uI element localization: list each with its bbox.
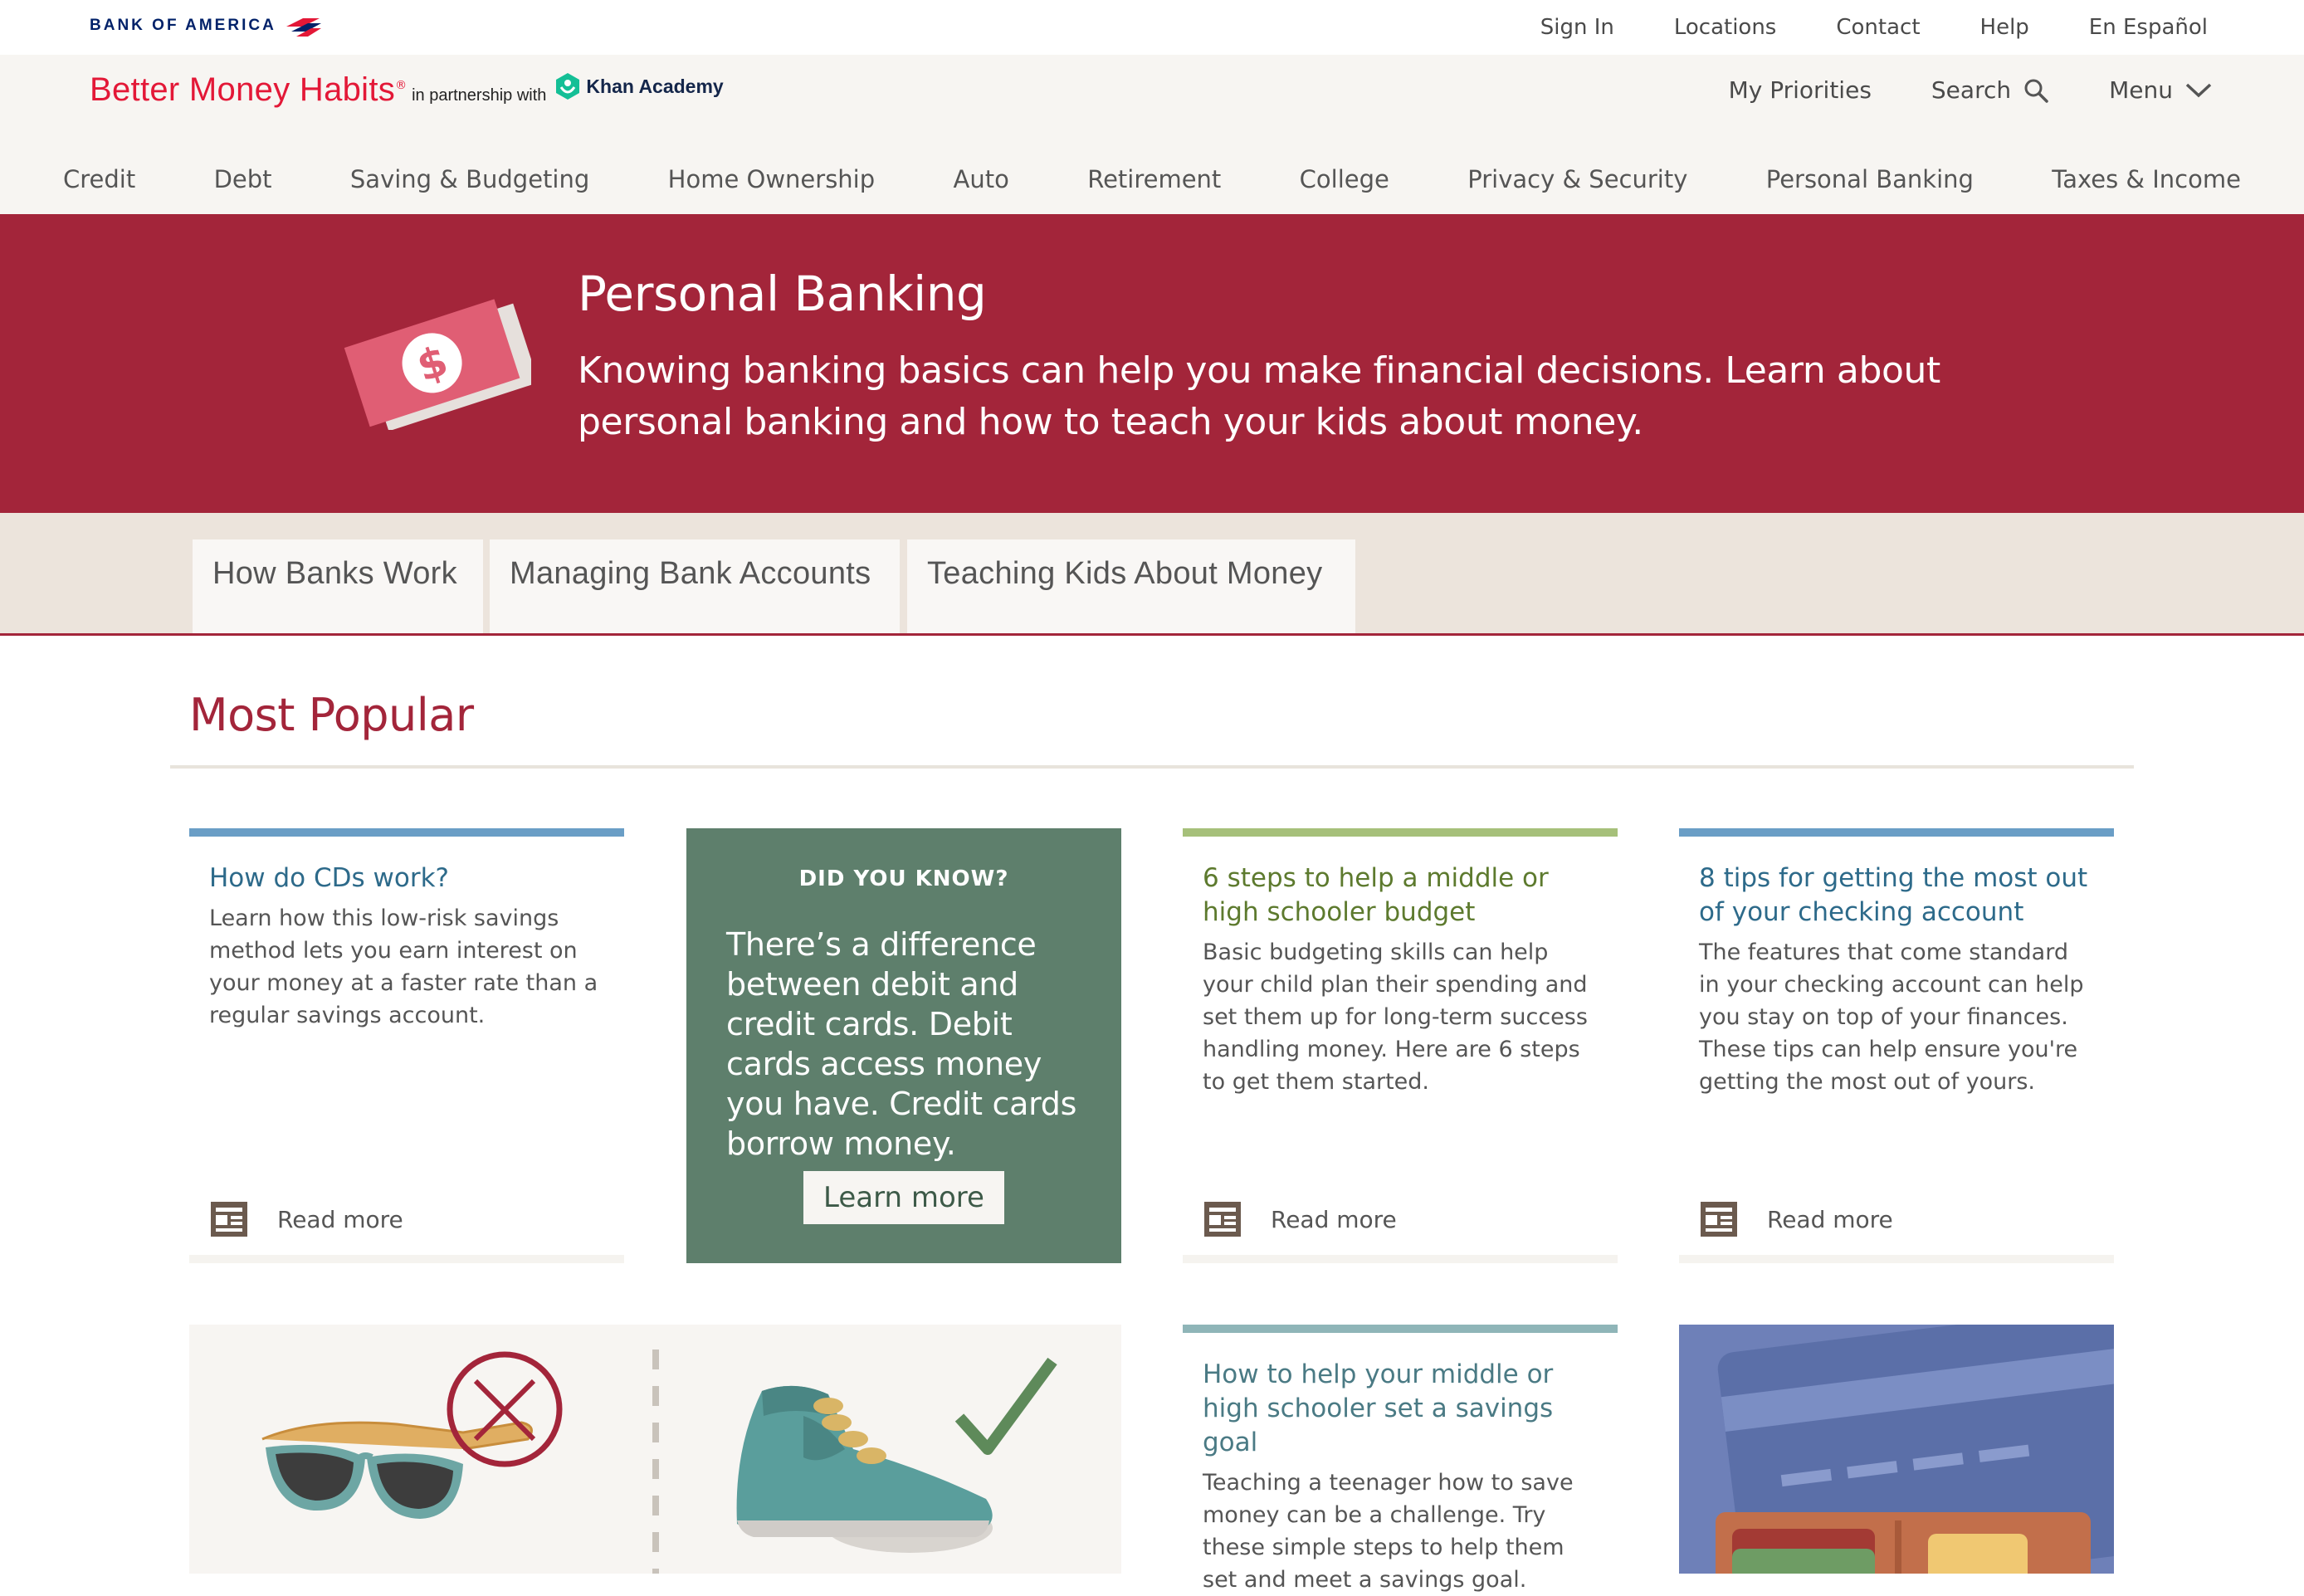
flag-logo-icon [286, 18, 321, 37]
nav-debt[interactable]: Debt [214, 156, 272, 203]
section-title: Most Popular [189, 689, 474, 741]
card-title[interactable]: 8 tips for getting the most out of your … [1679, 861, 2114, 930]
nav-privacy-security[interactable]: Privacy & Security [1467, 156, 1687, 203]
khan-academy-name: Khan Academy [586, 75, 724, 97]
nav-taxes-income[interactable]: Taxes & Income [2052, 156, 2241, 203]
money-bill-icon: $ [344, 299, 531, 430]
card-accent-bar [1183, 1325, 1618, 1333]
tab-teaching-kids-about-money[interactable]: Teaching Kids About Money [907, 539, 1355, 633]
help-link[interactable]: Help [1980, 13, 2029, 41]
menu-button[interactable]: Menu [2109, 76, 2213, 104]
sunglasses-icon [261, 1421, 533, 1519]
contact-link[interactable]: Contact [1836, 13, 1920, 41]
card-accent-bar [189, 828, 624, 837]
category-nav: Credit Debt Saving & Budgeting Home Owne… [0, 156, 2304, 203]
menu-label: Menu [2109, 76, 2173, 104]
card-title[interactable]: How do CDs work? [189, 861, 624, 896]
hero-banner: $ Personal Banking Knowing banking basic… [0, 214, 2304, 513]
nav-home-ownership[interactable]: Home Ownership [668, 156, 876, 203]
nav-saving-budgeting[interactable]: Saving & Budgeting [350, 156, 589, 203]
card-footer [1183, 1255, 1618, 1263]
read-more-link[interactable]: Read more [1203, 1200, 1397, 1238]
card-footer [1679, 1255, 2114, 1263]
brand-name: Better Money Habits [90, 71, 396, 108]
better-money-habits-logo[interactable]: Better Money Habits ® in partnership wit… [90, 71, 724, 109]
read-more-label: Read more [1271, 1205, 1397, 1233]
khan-academy-icon [556, 73, 580, 100]
bank-of-america-logo[interactable]: BANK OF AMERICA [90, 13, 323, 38]
wallet-credit-card-illustration[interactable] [1679, 1325, 2114, 1574]
read-more-label: Read more [1767, 1205, 1893, 1233]
article-icon [211, 1202, 247, 1237]
subtopic-tabs: How Banks Work Managing Bank Accounts Te… [0, 513, 2304, 636]
nav-auto[interactable]: Auto [954, 156, 1009, 203]
card-title[interactable]: How to help your middle or high schooler… [1183, 1358, 1618, 1460]
credit-card-wallet-graphic [1716, 1325, 2114, 1574]
card-description: The features that come standard in your … [1699, 940, 2084, 1095]
learn-more-button[interactable]: Learn more [803, 1171, 1004, 1224]
did-you-know-label: DID YOU KNOW? [798, 866, 1009, 891]
chevron-down-icon [2185, 83, 2212, 97]
article-card[interactable]: 6 steps to help a middle or high schoole… [1183, 828, 1618, 1263]
tab-managing-bank-accounts[interactable]: Managing Bank Accounts [490, 539, 900, 633]
read-more-link[interactable]: Read more [209, 1200, 403, 1238]
article-card[interactable]: 8 tips for getting the most out of your … [1679, 828, 2114, 1263]
x-mark-icon [447, 1351, 563, 1467]
nav-college[interactable]: College [1300, 156, 1389, 203]
card-description: Basic budgeting skills can help your chi… [1203, 940, 1588, 1095]
card-accent-bar [1183, 828, 1618, 837]
search-icon [2024, 79, 2048, 103]
search-label: Search [1931, 76, 2012, 104]
header-right-nav: My Priorities Search Menu [1669, 76, 2213, 104]
khan-academy-logo: Khan Academy [554, 72, 724, 100]
search-button[interactable]: Search [1931, 76, 2049, 104]
did-you-know-card: DID YOU KNOW? There’s a difference betwe… [686, 828, 1121, 1263]
hero-description: Knowing banking basics can help you make… [578, 349, 1940, 443]
read-more-label: Read more [277, 1205, 403, 1233]
my-priorities-label: My Priorities [1728, 76, 1872, 104]
sign-in-link[interactable]: Sign In [1540, 13, 1614, 41]
article-card[interactable]: How to help your middle or high schooler… [1183, 1325, 1618, 1593]
sunglasses-sneaker-graphic [261, 1350, 1057, 1574]
my-priorities-link[interactable]: My Priorities [1729, 76, 1872, 104]
hero-title: Personal Banking [578, 266, 987, 322]
locations-link[interactable]: Locations [1674, 13, 1777, 41]
sneaker-icon [736, 1385, 993, 1553]
card-accent-bar [1679, 828, 2114, 837]
article-card[interactable]: How do CDs work? Learn how this low-risk… [189, 828, 624, 1263]
check-mark-icon [954, 1357, 1057, 1455]
bank-of-america-logo-text: BANK OF AMERICA [90, 17, 276, 34]
card-description: Teaching a teenager how to save money ca… [1203, 1470, 1574, 1593]
utility-links: Sign In Locations Contact Help En Españo… [1481, 13, 2208, 41]
article-icon [1204, 1202, 1241, 1237]
article-icon [1701, 1202, 1737, 1237]
card-description: Learn how this low-risk savings method l… [209, 905, 598, 1028]
card-footer [189, 1255, 624, 1263]
espanol-link[interactable]: En Español [2089, 13, 2208, 41]
tab-how-banks-work[interactable]: How Banks Work [193, 539, 483, 633]
section-divider [170, 765, 2134, 769]
needs-vs-wants-illustration[interactable] [189, 1325, 1121, 1574]
registered-mark: ® [395, 79, 408, 92]
nav-credit[interactable]: Credit [63, 156, 135, 203]
card-title[interactable]: 6 steps to help a middle or high schoole… [1183, 861, 1618, 930]
read-more-link[interactable]: Read more [1699, 1200, 1893, 1238]
brand-header: Better Money Habits ® in partnership wit… [0, 55, 2304, 214]
did-you-know-body: There’s a difference between debit and c… [726, 926, 1077, 1162]
utility-bar: BANK OF AMERICA Sign In Locations Contac… [0, 0, 2304, 55]
nav-retirement[interactable]: Retirement [1087, 156, 1221, 203]
partner-text: in partnership with [412, 86, 547, 105]
nav-personal-banking[interactable]: Personal Banking [1766, 156, 1974, 203]
